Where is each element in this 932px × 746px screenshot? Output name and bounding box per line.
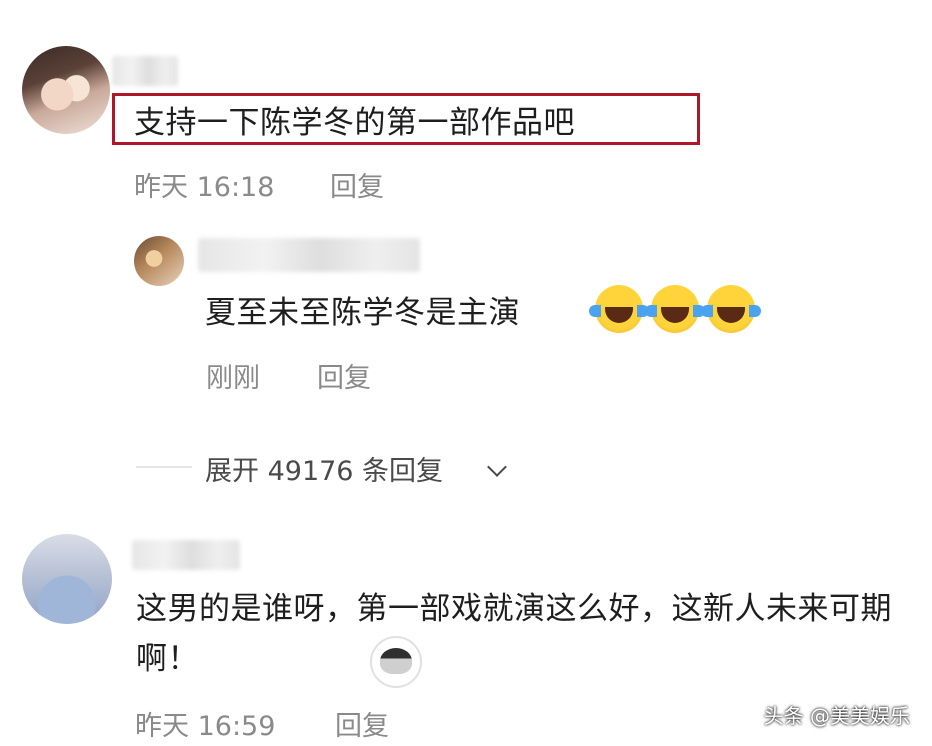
comment-text: 这男的是谁呀，第一部戏就演这么好，这新人未来可期啊！: [136, 584, 916, 684]
chevron-down-icon[interactable]: [487, 457, 507, 477]
reply-button[interactable]: 回复: [335, 704, 389, 743]
avatar[interactable]: [134, 236, 184, 286]
laughing-crying-emoji-icon: [645, 285, 705, 333]
laughing-crying-emoji-icon: [589, 285, 649, 333]
watermark: 头条 @美美娱乐: [763, 704, 910, 728]
divider: [136, 466, 192, 468]
username-blurred[interactable]: [112, 56, 178, 86]
avatar[interactable]: [22, 534, 112, 624]
husky-emoji-icon: [370, 636, 422, 688]
expand-replies-button[interactable]: 展开 49176 条回复: [205, 449, 443, 488]
laughing-crying-emoji-icon: [701, 285, 761, 333]
avatar[interactable]: [22, 46, 110, 134]
username-blurred[interactable]: [198, 238, 420, 272]
comment-text: 夏至未至陈学冬是主演: [205, 295, 520, 331]
comment-timestamp: 昨天 16:18: [134, 172, 275, 203]
comment-timestamp: 昨天 16:59: [135, 711, 276, 742]
comment-text: 支持一下陈学冬的第一部作品吧: [134, 105, 575, 141]
comment-timestamp: 刚刚: [206, 363, 260, 394]
comment-text-body: 这男的是谁呀，第一部戏就演这么好，这新人未来可期啊！: [136, 591, 892, 677]
reply-button[interactable]: 回复: [317, 356, 371, 395]
username-blurred[interactable]: [132, 540, 240, 570]
reply-button[interactable]: 回复: [330, 165, 384, 204]
